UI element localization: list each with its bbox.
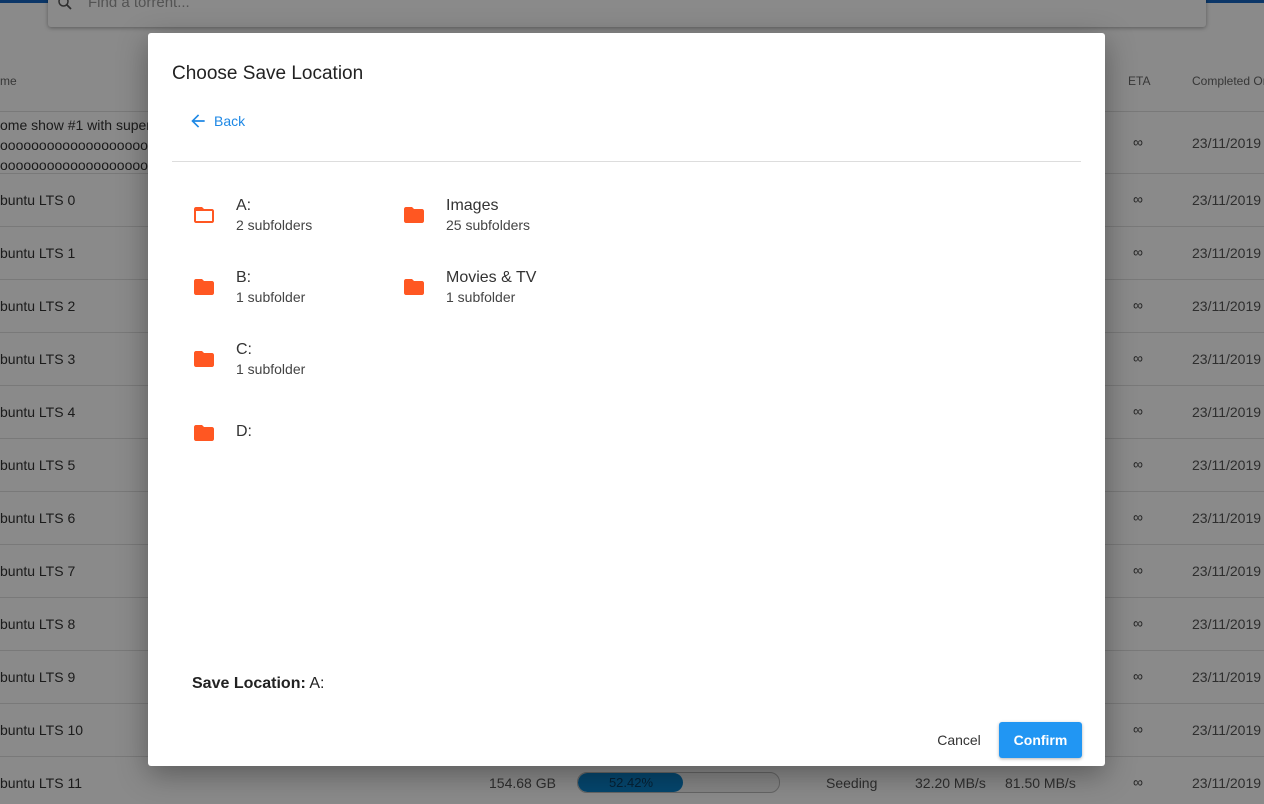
back-button[interactable]: Back (188, 111, 245, 131)
folder-text: B: 1 subfolder (236, 269, 305, 305)
folder-text: A: 2 subfolders (236, 197, 312, 233)
save-location-value: A: (309, 675, 325, 692)
folder-icon (194, 351, 214, 367)
folder-item-d[interactable]: D: (192, 423, 252, 445)
dialog-divider (172, 161, 1081, 162)
folder-item-images[interactable]: Images 25 subfolders (402, 197, 530, 233)
folder-text: Movies & TV 1 subfolder (446, 269, 536, 305)
folder-name: B: (236, 269, 252, 286)
folder-icon (194, 425, 214, 441)
dialog-title: Choose Save Location (172, 63, 364, 84)
folder-name: Movies & TV (446, 269, 537, 286)
folder-icon (404, 207, 424, 223)
confirm-button[interactable]: Confirm (999, 722, 1082, 758)
folder-outline-icon (194, 207, 214, 223)
folder-name: A: (236, 197, 252, 214)
folder-text: C: 1 subfolder (236, 341, 305, 377)
back-button-label: Back (214, 113, 246, 129)
folder-item-movies-tv[interactable]: Movies & TV 1 subfolder (402, 269, 536, 305)
folder-text: D: (236, 423, 252, 441)
folder-icon (194, 279, 214, 295)
folder-item-b[interactable]: B: 1 subfolder (192, 269, 305, 305)
folder-subfolder-count: 2 subfolders (236, 217, 313, 233)
save-location-dialog: Choose Save Location Back A: 2 subfolder… (148, 33, 1105, 766)
save-location-summary: Save Location: A: (192, 675, 325, 693)
folder-subfolder-count: 1 subfolder (236, 289, 306, 305)
folder-subfolder-count: 1 subfolder (236, 361, 306, 377)
cancel-button[interactable]: Cancel (924, 723, 994, 757)
folder-item-a[interactable]: A: 2 subfolders (192, 197, 312, 233)
folder-item-c[interactable]: C: 1 subfolder (192, 341, 305, 377)
folder-subfolder-count: 1 subfolder (446, 289, 516, 305)
folder-name: Images (446, 197, 499, 214)
folder-name: D: (236, 423, 252, 440)
folder-subfolder-count: 25 subfolders (446, 217, 531, 233)
save-location-label: Save Location: (192, 675, 306, 692)
folder-name: C: (236, 341, 252, 358)
folder-icon (404, 279, 424, 295)
folder-text: Images 25 subfolders (446, 197, 530, 233)
arrow-left-icon (191, 114, 205, 128)
